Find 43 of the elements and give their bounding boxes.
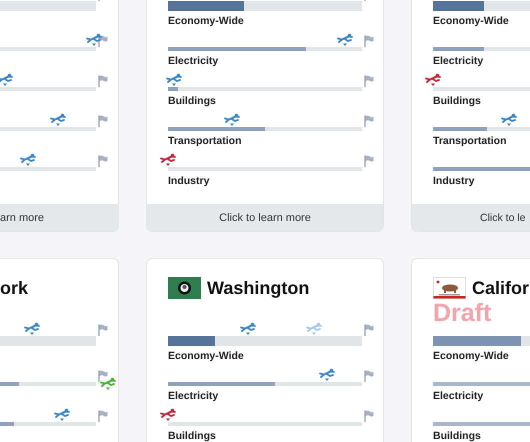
flag-icon <box>98 35 108 47</box>
sector-label: Buildings <box>433 95 481 107</box>
sector-label: Buildings <box>168 430 216 442</box>
flag-icon <box>364 155 374 167</box>
learn-more-link[interactable]: Click to le <box>412 204 530 231</box>
flag-icon <box>98 155 108 167</box>
sector-label: Economy-Wide <box>168 350 244 362</box>
sector-label: Industry <box>433 175 474 187</box>
card-background[interactable]: Califor Draft Economy-Wide Electricity Buildings <box>411 258 530 442</box>
card-background[interactable]: Economy-Wide Electricity Buildings Transportation Industry Click to le <box>411 0 530 232</box>
card-background[interactable]: ork <box>0 258 119 442</box>
flag-icon <box>364 324 374 336</box>
flag-icon <box>98 370 108 382</box>
sector-label: Economy-Wide <box>168 15 244 27</box>
state-title: ork <box>0 278 28 298</box>
sector-label: Transportation <box>433 135 507 147</box>
sector-label: Transportation <box>168 135 242 147</box>
sector-label: Buildings <box>168 95 216 107</box>
flag-icon <box>364 115 374 127</box>
state-title: Califor <box>472 278 530 298</box>
card-background[interactable]: Economy-Wide Electricity Buildings Transportation Industry Click to learn more <box>146 0 384 232</box>
sector-label: Electricity <box>168 55 218 67</box>
sector-label: Electricity <box>168 390 218 402</box>
state-title: Washington <box>207 278 310 298</box>
sector-label: Electricity <box>433 390 484 402</box>
flag-icon <box>98 324 108 336</box>
flag-icon <box>364 75 374 87</box>
flag-icon <box>98 115 108 127</box>
flag-icon <box>98 410 108 422</box>
learn-more-link[interactable]: Click to learn more <box>147 204 383 231</box>
flag-icon <box>98 75 108 87</box>
draft-label: Draft <box>433 299 492 327</box>
card-background[interactable]: Washington Economy-Wide Electricity Buildings <box>146 258 384 442</box>
card-background[interactable]: arn more <box>0 0 119 232</box>
sector-label: Electricity <box>433 55 484 67</box>
flag-icon <box>364 410 374 422</box>
sector-label: Buildings <box>433 430 481 442</box>
learn-more-link[interactable]: arn more <box>0 204 118 231</box>
sector-label: Economy-Wide <box>433 15 509 27</box>
sector-label: Economy-Wide <box>433 350 509 362</box>
flag-icon <box>364 35 374 47</box>
flag-icon <box>364 370 374 382</box>
sector-label: Industry <box>168 175 210 187</box>
